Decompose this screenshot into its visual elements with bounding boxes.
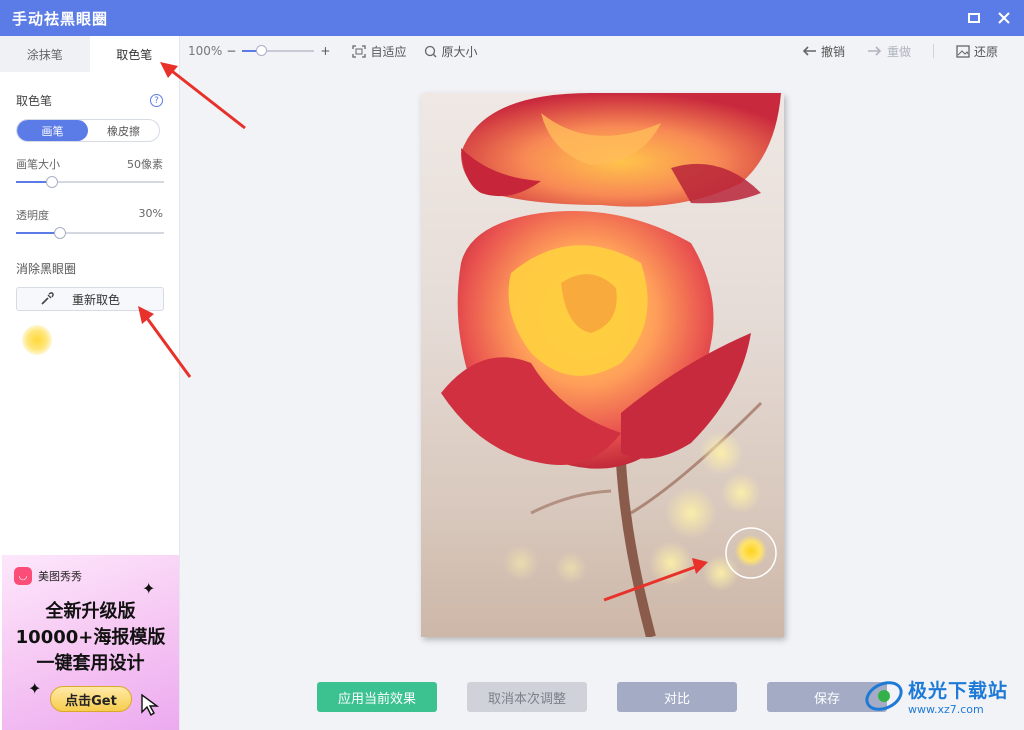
zoom-out-button[interactable]: − <box>226 44 236 58</box>
watermark-logo-icon <box>865 681 903 711</box>
site-watermark: 极光下载站 www.xz7.com <box>864 676 1008 716</box>
top-toolbar: 100% − + 自适应 原大小 撤销 重做 还原 <box>180 36 1024 66</box>
window-title: 手动祛黑眼圈 <box>12 9 109 28</box>
recolor-button-label: 重新取色 <box>71 292 120 307</box>
restore-label: 还原 <box>973 44 998 59</box>
zoom-handle[interactable] <box>256 45 268 56</box>
close-icon <box>998 12 1010 24</box>
opacity-label: 透明度 <box>16 209 49 222</box>
apply-effect-button[interactable]: 应用当前效果 <box>317 682 437 712</box>
tab-smudge-brush[interactable]: 涂抹笔 <box>0 36 90 72</box>
promo-line-3: 一键套用设计 <box>36 653 145 674</box>
recolor-button[interactable]: 重新取色 <box>16 287 164 311</box>
brush-size-label: 画笔大小 <box>16 158 60 171</box>
original-size-button[interactable]: 原大小 <box>424 43 477 60</box>
restore-button[interactable]: 还原 <box>956 43 998 60</box>
zoom-slider[interactable] <box>242 45 315 56</box>
tab-color-picker-brush[interactable]: 取色笔 <box>89 36 179 72</box>
promo-brand: ◡ 美图秀秀 <box>14 567 82 585</box>
fit-label: 自适应 <box>370 44 407 59</box>
promo-line-2: 10000+海报模版 <box>15 627 166 648</box>
help-icon[interactable]: ? <box>150 94 163 107</box>
brush-size-slider[interactable] <box>16 176 164 188</box>
left-panel: 涂抹笔 取色笔 取色笔 ? 画笔 橡皮擦 画笔大小 50像素 透明度 30% 消… <box>0 36 180 730</box>
image-icon <box>956 44 970 58</box>
title-bar: 手动祛黑眼圈 <box>0 0 1024 36</box>
promo-banner[interactable]: ◡ 美图秀秀 ✦ 全新升级版 10000+海报模版 一键套用设计 ✦ 点击Get <box>2 555 179 730</box>
undo-label: 撤销 <box>820 44 845 59</box>
undo-button[interactable]: 撤销 <box>801 43 845 60</box>
zoom-in-button[interactable]: + <box>320 44 330 58</box>
opacity-slider[interactable] <box>16 227 164 239</box>
maximize-icon <box>968 13 980 23</box>
fit-to-window-button[interactable]: 自适应 <box>352 43 406 60</box>
opacity-control: 透明度 30% <box>16 207 164 239</box>
tab-bar: 涂抹笔 取色笔 <box>0 36 179 72</box>
sparkle-icon: ✦ <box>28 679 42 698</box>
picked-color-swatch <box>22 325 52 355</box>
brush-size-value: 50像素 <box>127 158 163 171</box>
redo-arrow-icon <box>867 46 882 56</box>
magnifier-icon <box>425 45 437 57</box>
panel-heading: 取色笔 <box>16 94 53 108</box>
original-size-label: 原大小 <box>441 44 478 59</box>
brush-size-control: 画笔大小 50像素 <box>16 156 164 188</box>
rose-image <box>441 93 781 637</box>
redo-label: 重做 <box>886 44 911 59</box>
opacity-handle[interactable] <box>54 227 66 239</box>
promo-cta-button[interactable]: 点击Get <box>50 686 132 712</box>
undo-arrow-icon <box>802 46 816 56</box>
maximize-button[interactable] <box>966 10 982 26</box>
fit-icon <box>352 44 367 58</box>
brush-size-handle[interactable] <box>46 176 58 188</box>
opacity-value: 30% <box>138 207 163 220</box>
promo-brand-name: 美图秀秀 <box>38 570 82 583</box>
toolbar-divider <box>932 44 934 58</box>
sparkle-icon: ✦ <box>142 579 156 598</box>
pointer-cursor-icon <box>141 693 160 717</box>
mode-switch: 画笔 橡皮擦 <box>16 119 160 142</box>
redo-button[interactable]: 重做 <box>867 43 911 60</box>
edit-canvas-photo[interactable] <box>421 93 784 637</box>
eraser-mode-button[interactable]: 橡皮擦 <box>88 120 159 141</box>
eyedropper-icon <box>41 292 54 305</box>
cancel-adjustment-button[interactable]: 取消本次调整 <box>467 682 587 712</box>
meitu-logo-icon: ◡ <box>14 567 32 585</box>
compare-button[interactable]: 对比 <box>617 682 737 712</box>
brush-mode-button[interactable]: 画笔 <box>17 120 88 141</box>
close-button[interactable] <box>996 10 1012 26</box>
zoom-level: 100% <box>188 44 223 58</box>
watermark-url: www.xz7.com <box>908 703 984 716</box>
promo-line-1: 全新升级版 <box>45 601 136 622</box>
remove-dark-circles-label: 消除黑眼圈 <box>16 262 77 276</box>
watermark-name: 极光下载站 <box>908 680 1009 702</box>
